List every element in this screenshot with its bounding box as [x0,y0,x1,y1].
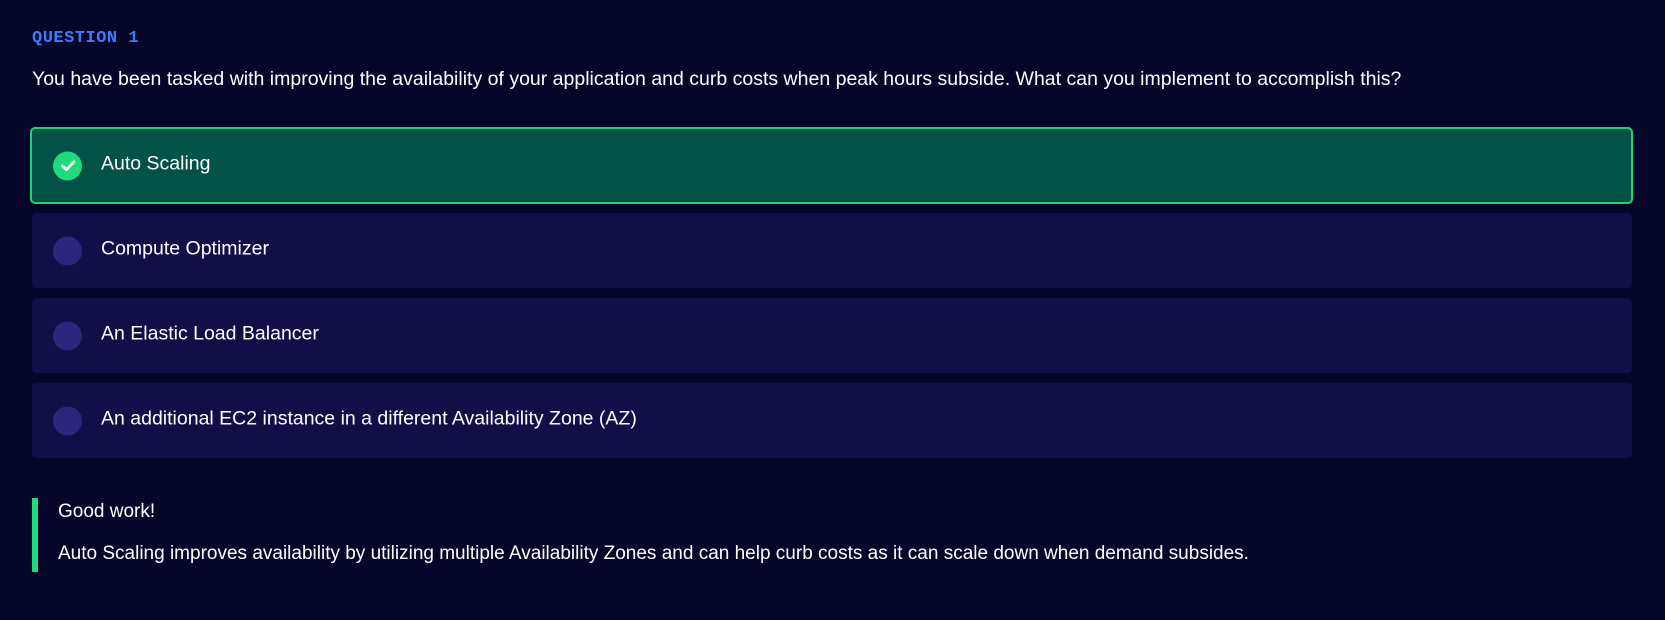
answer-option-label: An additional EC2 instance in a differen… [101,407,637,429]
feedback-explanation: Auto Scaling improves availability by ut… [58,543,1249,564]
answer-option-label: Compute Optimizer [101,237,269,259]
check-circle-icon [53,151,82,180]
answer-option-compute-optimizer[interactable]: Compute Optimizer [32,213,1632,288]
quiz-question-panel: QUESTION 1 You have been tasked with imp… [30,28,1633,572]
answer-option-label: An Elastic Load Balancer [101,322,319,344]
radio-circle-icon [53,406,82,435]
answer-option-label: Auto Scaling [101,152,211,174]
answer-options-list: Auto Scaling Compute Optimizer An Elasti… [30,127,1633,458]
answer-feedback: Good work! Auto Scaling improves availab… [32,498,1632,572]
question-text: You have been tasked with improving the … [32,68,1402,90]
radio-circle-icon [53,321,82,350]
question-number-label: QUESTION 1 [32,29,140,48]
answer-option-elastic-load-balancer[interactable]: An Elastic Load Balancer [32,298,1632,373]
feedback-title: Good work! [58,501,156,522]
radio-circle-icon [53,236,82,265]
answer-option-additional-ec2-instance[interactable]: An additional EC2 instance in a differen… [32,383,1632,458]
answer-option-auto-scaling[interactable]: Auto Scaling [30,127,1633,204]
